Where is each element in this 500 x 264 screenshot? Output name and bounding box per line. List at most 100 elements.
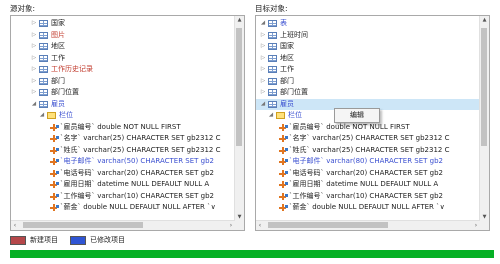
field-row[interactable]: `电话号码` varchar(20) CHARACTER SET gb2	[256, 168, 480, 179]
tree-item-label: `电子邮件` varchar(50) CHARACTER SET gb2	[60, 157, 214, 165]
table-icon	[39, 89, 48, 96]
tree-item-label: `名字` varchar(25) CHARACTER SET gb2312 C	[60, 134, 221, 142]
source-tree[interactable]: ▷ 国家 ▷ 图片 ▷ 地区 ▷ 工作 ▷ 工作历史记录 ▷ 部门 ▷ 部门位置 ◢ 雇员 ◢ 栏位 `雇员编号` …	[11, 16, 235, 221]
field-row[interactable]: `工作编号` varchar(10) CHARACTER SET gb2	[256, 191, 480, 202]
expand-arrow-icon[interactable]: ▷	[260, 53, 266, 64]
expand-arrow-icon[interactable]: ▷	[260, 30, 266, 41]
field-row[interactable]: `姓氏` varchar(25) CHARACTER SET gb2312 C	[11, 145, 235, 156]
collapse-arrow-icon[interactable]: ◢	[268, 110, 274, 121]
table-row[interactable]: ▷ 国家	[256, 41, 480, 52]
table-row[interactable]: ▷ 工作历史记录	[11, 64, 235, 75]
tree-item-label: `雇员编号` double NOT NULL FIRST	[60, 122, 181, 131]
tree-item-label: 部门	[280, 76, 294, 85]
expand-arrow-icon[interactable]: ▷	[31, 64, 37, 75]
scrollbar-thumb[interactable]	[236, 28, 242, 146]
table-row[interactable]: ▷ 工作	[256, 64, 480, 75]
field-row[interactable]: `薪金` double NULL DEFAULT NULL AFTER `∨	[11, 202, 235, 213]
table-row[interactable]: ▷ 部门	[11, 76, 235, 87]
tree-item-label: 栏位	[288, 111, 302, 119]
scrollbar-thumb[interactable]	[268, 222, 388, 228]
collapse-arrow-icon[interactable]: ◢	[260, 99, 266, 110]
tree-item-label: `雇员编号` double NOT NULL FIRST	[289, 122, 410, 131]
scroll-down-arrow-icon[interactable]: ▼	[480, 213, 489, 221]
source-horizontal-scrollbar[interactable]: ‹ ›	[11, 220, 235, 230]
table-row[interactable]: ◢ 表	[256, 18, 480, 29]
field-row[interactable]: `名字` varchar(25) CHARACTER SET gb2312 C	[256, 133, 480, 144]
table-icon	[268, 89, 277, 96]
collapse-arrow-icon[interactable]: ◢	[31, 99, 37, 110]
table-row[interactable]: ▷ 部门	[256, 76, 480, 87]
collapse-arrow-icon[interactable]: ◢	[260, 18, 266, 29]
scroll-right-arrow-icon[interactable]: ›	[472, 221, 480, 230]
field-row[interactable]: `工作编号` varchar(10) CHARACTER SET gb2	[11, 191, 235, 202]
expand-arrow-icon[interactable]: ▷	[31, 76, 37, 87]
scroll-left-arrow-icon[interactable]: ‹	[256, 221, 264, 230]
folder-icon	[276, 112, 285, 119]
scrollbar-thumb[interactable]	[481, 28, 487, 146]
table-row[interactable]: ◢ 雇员	[11, 99, 235, 110]
column-key-icon	[278, 169, 288, 179]
field-row[interactable]: `薪金` double NULL DEFAULT NULL AFTER `∨	[256, 202, 480, 213]
field-row[interactable]: `姓氏` varchar(25) CHARACTER SET gb2312 C	[256, 145, 480, 156]
target-tree-panel[interactable]: ◢ 表 ▷ 上班时间 ▷ 国家 ▷ 地区 ▷ 工作 ▷ 部门 ▷ 部门位置 ◢ 雇员 ◢ 栏位 `雇员编号` dou…	[255, 15, 490, 231]
table-icon	[268, 20, 277, 27]
tree-item-label: 图片	[51, 30, 65, 39]
expand-arrow-icon[interactable]: ▷	[31, 30, 37, 41]
field-row[interactable]: `电子邮件` varchar(50) CHARACTER SET gb2	[11, 156, 235, 167]
column-key-icon	[278, 180, 288, 190]
table-row[interactable]: ▷ 上班时间	[256, 30, 480, 41]
tree-item-label: `雇用日期` datetime NULL DEFAULT NULL A	[289, 180, 439, 188]
column-key-icon	[49, 203, 59, 213]
context-menu-edit-item[interactable]: 编辑	[350, 111, 364, 119]
tree-item-label: 部门位置	[280, 88, 308, 96]
tree-item-label: `工作编号` varchar(10) CHARACTER SET gb2	[289, 191, 443, 200]
tree-item-label: `薪金` double NULL DEFAULT NULL AFTER `∨	[289, 203, 445, 211]
new-item-legend-label: 新建项目	[30, 236, 58, 244]
scroll-down-arrow-icon[interactable]: ▼	[235, 213, 244, 221]
table-icon	[39, 100, 48, 108]
tree-item-label: 地区	[51, 42, 65, 50]
field-row[interactable]: `雇用日期` datetime NULL DEFAULT NULL A	[11, 179, 235, 190]
expand-arrow-icon[interactable]: ▷	[260, 64, 266, 75]
table-row[interactable]: ▷ 图片	[11, 30, 235, 41]
expand-arrow-icon[interactable]: ▷	[31, 87, 37, 98]
expand-arrow-icon[interactable]: ▷	[260, 87, 266, 98]
expand-arrow-icon[interactable]: ▷	[31, 41, 37, 52]
scroll-left-arrow-icon[interactable]: ‹	[11, 221, 19, 230]
table-row[interactable]: ▷ 国家	[11, 18, 235, 29]
table-row[interactable]: ▷ 部门位置	[256, 87, 480, 98]
scrollbar-corner	[480, 221, 489, 230]
scroll-up-arrow-icon[interactable]: ▲	[480, 16, 489, 24]
field-row[interactable]: `雇用日期` datetime NULL DEFAULT NULL A	[256, 179, 480, 190]
scrollbar-thumb[interactable]	[23, 222, 143, 228]
expand-arrow-icon[interactable]: ▷	[260, 41, 266, 52]
tree-item-label: `姓氏` varchar(25) CHARACTER SET gb2312 C	[289, 145, 450, 154]
field-row[interactable]: `雇员编号` double NOT NULL FIRST	[256, 122, 480, 133]
source-tree-panel[interactable]: ▷ 国家 ▷ 图片 ▷ 地区 ▷ 工作 ▷ 工作历史记录 ▷ 部门 ▷ 部门位置 ◢ 雇员 ◢ 栏位 `雇员编号` …	[10, 15, 245, 231]
expand-arrow-icon[interactable]: ▷	[31, 53, 37, 64]
tree-item-label: `工作编号` varchar(10) CHARACTER SET gb2	[60, 191, 214, 200]
collapse-arrow-icon[interactable]: ◢	[39, 110, 45, 121]
field-row[interactable]: `电子邮件` varchar(80) CHARACTER SET gb2	[256, 156, 480, 167]
tree-item-label: 工作	[51, 53, 65, 62]
column-key-icon	[49, 157, 59, 167]
source-vertical-scrollbar[interactable]: ▲ ▼	[234, 16, 244, 221]
field-row[interactable]: `雇员编号` double NOT NULL FIRST	[11, 122, 235, 133]
table-row[interactable]: ▷ 部门位置	[11, 87, 235, 98]
target-horizontal-scrollbar[interactable]: ‹ ›	[256, 220, 480, 230]
field-row[interactable]: `电话号码` varchar(20) CHARACTER SET gb2	[11, 168, 235, 179]
target-vertical-scrollbar[interactable]: ▲ ▼	[479, 16, 489, 221]
tree-item-label: `雇用日期` datetime NULL DEFAULT NULL A	[60, 180, 210, 188]
table-row[interactable]: ▷ 地区	[11, 41, 235, 52]
tree-item-label: 上班时间	[280, 30, 308, 39]
scroll-right-arrow-icon[interactable]: ›	[227, 221, 235, 230]
expand-arrow-icon[interactable]: ▷	[31, 18, 37, 29]
scroll-up-arrow-icon[interactable]: ▲	[235, 16, 244, 24]
table-row[interactable]: ▷ 工作	[11, 53, 235, 64]
tree-item-label: 国家	[280, 42, 294, 50]
table-row[interactable]: ▷ 地区	[256, 53, 480, 64]
folder-row[interactable]: ◢ 栏位	[11, 110, 235, 121]
expand-arrow-icon[interactable]: ▷	[260, 76, 266, 87]
table-icon	[39, 20, 48, 27]
field-row[interactable]: `名字` varchar(25) CHARACTER SET gb2312 C	[11, 133, 235, 144]
